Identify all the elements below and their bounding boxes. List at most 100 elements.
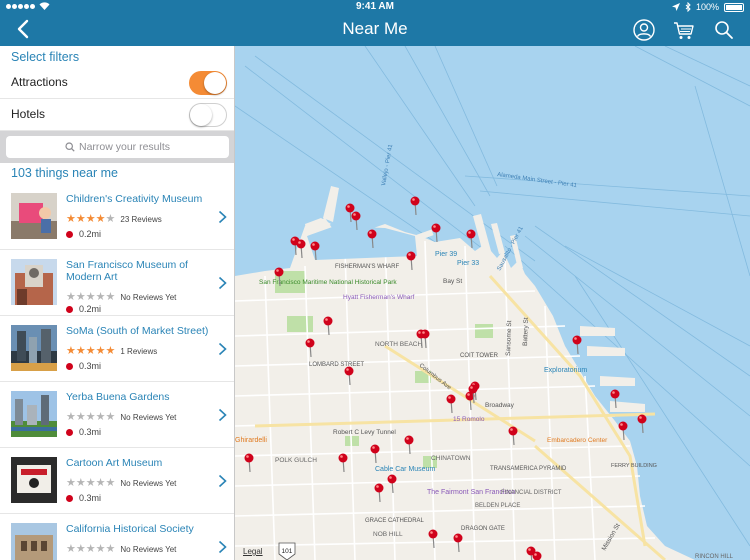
profile-icon[interactable]: [632, 18, 656, 42]
map-label: Cable Car Museum: [375, 466, 435, 473]
map-label: Sansome St: [505, 320, 513, 356]
star-icon: ★: [85, 411, 96, 423]
review-count: No Reviews Yet: [120, 293, 177, 302]
star-icon: ★: [95, 543, 106, 555]
distance: 0.2mi: [66, 304, 101, 314]
filters-title: Select filters: [11, 50, 80, 64]
item-name: SoMa (South of Market Street): [66, 325, 209, 337]
status-right: 100%: [671, 2, 744, 12]
star-rating: ★ ★ ★ ★ ★ 1 Reviews: [66, 346, 157, 357]
star-icon: ★: [85, 543, 96, 555]
distance-value: 0.2mi: [79, 229, 102, 239]
star-icon: ★: [105, 345, 116, 357]
star-icon: ★: [105, 543, 116, 555]
filter-row-attractions: Attractions: [0, 67, 234, 99]
item-name: California Historical Society: [66, 523, 194, 535]
map-label: FISHERMAN'S WHARF: [335, 264, 399, 270]
map-label: POLK GULCH: [275, 457, 317, 464]
search-icon: [65, 142, 75, 152]
search-placeholder: Narrow your results: [78, 141, 171, 153]
chevron-right-icon: [218, 474, 227, 488]
item-name: Yerba Buena Gardens: [66, 391, 170, 403]
map-label: 15 Romolo: [453, 416, 485, 423]
map-label: DRAGON GATE: [461, 526, 505, 532]
star-icon: ★: [105, 213, 116, 225]
filter-label-attractions: Attractions: [11, 75, 68, 89]
thumbnail-image: [11, 259, 57, 305]
star-icon: ★: [66, 345, 76, 357]
star-icon: ★: [75, 411, 86, 423]
star-icon: ★: [95, 213, 106, 225]
chevron-right-icon: [218, 210, 227, 224]
map-label: RINCON HILL: [695, 554, 734, 560]
highway-label: 101: [282, 548, 293, 555]
star-icon: ★: [75, 477, 86, 489]
distance: 0.3mi: [66, 361, 101, 371]
distance-dot-icon: [66, 494, 73, 502]
chevron-right-icon: [218, 342, 227, 356]
map-label: NORTH BEACH: [375, 341, 422, 348]
attractions-toggle[interactable]: [189, 71, 227, 95]
distance: 0.3mi: [66, 493, 101, 503]
map-label: GRACE CATHEDRAL: [365, 518, 425, 524]
thumbnail-image: [11, 391, 57, 437]
distance: 0.3mi: [66, 427, 101, 437]
star-icon: ★: [85, 213, 96, 225]
chevron-right-icon: [218, 540, 227, 554]
list-item[interactable]: Children's Creativity Museum ★ ★ ★ ★ ★ 23 Rev…: [0, 184, 234, 250]
star-icon: ★: [66, 411, 76, 423]
status-time: 9:41 AM: [356, 1, 394, 12]
hotels-toggle[interactable]: [189, 103, 227, 127]
star-icon: ★: [105, 291, 116, 303]
map-label: Robert C Levy Tunnel: [333, 429, 396, 436]
distance-dot-icon: [66, 428, 73, 436]
map-label: Embarcadero Center: [547, 437, 608, 444]
star-icon: ★: [95, 411, 106, 423]
map-label: TRANSAMERICA PYRAMID: [490, 466, 567, 472]
star-icon: ★: [105, 411, 116, 423]
distance-dot-icon: [66, 230, 73, 238]
status-bar: 9:41 AM 100%: [0, 0, 750, 14]
star-icon: ★: [85, 477, 96, 489]
location-icon: [671, 3, 680, 11]
results-sidebar: Select filters Attractions Hotels Narrow…: [0, 46, 235, 560]
list-item[interactable]: Yerba Buena Gardens ★ ★ ★ ★ ★ No Reviews Yet …: [0, 382, 234, 448]
list-item[interactable]: Cartoon Art Museum ★ ★ ★ ★ ★ No Reviews Yet 0…: [0, 448, 234, 514]
star-rating: ★ ★ ★ ★ ★ 23 Reviews: [66, 214, 162, 225]
distance-value: 0.3mi: [79, 493, 102, 503]
star-icon: ★: [66, 291, 76, 303]
cart-icon[interactable]: [672, 18, 696, 42]
star-icon: ★: [75, 345, 86, 357]
star-rating: ★ ★ ★ ★ ★ No Reviews Yet: [66, 544, 176, 555]
star-rating: ★ ★ ★ ★ ★ No Reviews Yet: [66, 478, 176, 489]
item-name: Children's Creativity Museum: [66, 193, 203, 205]
thumbnail-image: [11, 193, 57, 239]
map-label: COIT TOWER: [460, 353, 499, 359]
search-input[interactable]: Narrow your results: [6, 136, 229, 158]
star-rating: ★ ★ ★ ★ ★ No Reviews Yet: [66, 292, 176, 303]
map-label: Battery St: [522, 317, 530, 346]
map-label: FINANCIAL DISTRICT: [501, 490, 562, 496]
star-icon: ★: [75, 291, 86, 303]
map-label: Broadway: [485, 402, 515, 409]
toggle-knob: [190, 104, 212, 126]
map-label: Hyatt Fisherman's Wharf: [343, 294, 415, 301]
legal-link[interactable]: Legal: [243, 547, 263, 556]
item-name: San Francisco Museum of Modern Art: [66, 259, 188, 283]
distance-value: 0.3mi: [79, 361, 102, 371]
chevron-right-icon: [218, 408, 227, 422]
review-count: No Reviews Yet: [120, 545, 177, 554]
distance: 0.2mi: [66, 229, 101, 239]
item-name: Cartoon Art Museum: [66, 457, 163, 469]
map-view[interactable]: FISHERMAN'S WHARF Pier 39 Pier 33 San Fr…: [235, 46, 750, 560]
star-icon: ★: [75, 213, 86, 225]
search-icon[interactable]: [712, 18, 736, 42]
list-item[interactable]: SoMa (South of Market Street) ★ ★ ★ ★ ★ 1 Rev…: [0, 316, 234, 382]
distance-dot-icon: [66, 362, 73, 370]
map-label: LOMBARD STREET: [309, 362, 364, 368]
thumbnail-image: [11, 325, 57, 371]
list-item[interactable]: California Historical Society ★ ★ ★ ★ ★ No Re…: [0, 514, 234, 560]
star-icon: ★: [66, 477, 76, 489]
distance-dot-icon: [66, 305, 73, 313]
list-item[interactable]: San Francisco Museum of Modern Art ★ ★ ★ ★ ★…: [0, 250, 234, 316]
